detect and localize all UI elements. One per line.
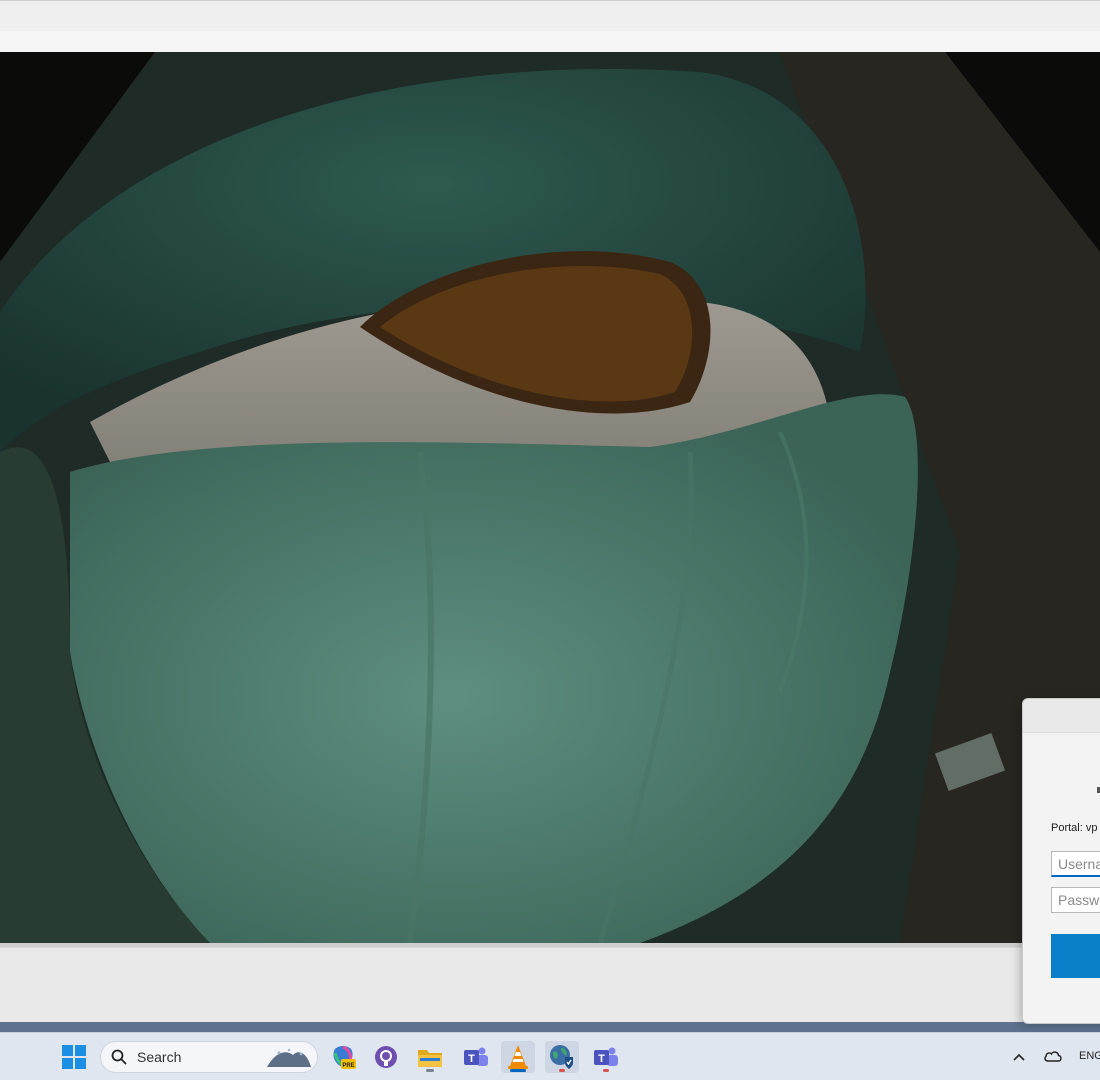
globe-shield-icon bbox=[550, 1045, 573, 1069]
start-button[interactable] bbox=[57, 1041, 91, 1073]
open-indicator bbox=[426, 1069, 434, 1072]
search-icon bbox=[111, 1049, 127, 1065]
player-controls-bar[interactable] bbox=[0, 947, 1100, 1022]
github-icon bbox=[375, 1046, 397, 1068]
portal-label: Portal: vp bbox=[1051, 822, 1098, 834]
taskbar: Search PRE T T ENG bbox=[0, 1032, 1100, 1080]
github-desktop-app[interactable] bbox=[369, 1041, 403, 1073]
active-indicator bbox=[510, 1069, 526, 1072]
video-image bbox=[0, 52, 1100, 943]
teams-icon: T bbox=[464, 1047, 488, 1066]
svg-text:T: T bbox=[468, 1053, 475, 1065]
show-hidden-icons-button[interactable] bbox=[1012, 1049, 1026, 1067]
player-title-bar[interactable] bbox=[0, 0, 1100, 31]
password-input[interactable] bbox=[1051, 887, 1100, 913]
copilot-app[interactable]: PRE bbox=[326, 1041, 360, 1073]
vpn-browser-app[interactable] bbox=[545, 1041, 579, 1073]
desktop-screen: Portal: vp Search bbox=[0, 0, 1100, 1080]
notification-indicator bbox=[559, 1069, 565, 1072]
player-menu-bar[interactable] bbox=[0, 31, 1100, 52]
cloud-icon bbox=[1044, 1051, 1062, 1062]
input-language-indicator[interactable]: ENG bbox=[1079, 1050, 1100, 1062]
notification-indicator bbox=[603, 1069, 609, 1072]
vpn-login-dialog: Portal: vp bbox=[1022, 698, 1100, 1024]
copilot-pre-icon: PRE bbox=[333, 1045, 356, 1069]
vlc-app[interactable] bbox=[501, 1041, 535, 1073]
username-input[interactable] bbox=[1051, 851, 1100, 877]
windows-logo-icon bbox=[62, 1045, 86, 1069]
search-highlight-icon bbox=[267, 1048, 311, 1067]
teams-classic-app[interactable]: T bbox=[459, 1041, 493, 1073]
connect-button[interactable] bbox=[1051, 934, 1100, 978]
desktop-background bbox=[0, 1022, 1100, 1032]
svg-text:PRE: PRE bbox=[342, 1063, 354, 1069]
onedrive-tray-button[interactable] bbox=[1043, 1049, 1063, 1068]
teams-icon: T bbox=[594, 1047, 618, 1066]
vlc-cone-icon bbox=[508, 1045, 528, 1069]
folder-icon bbox=[418, 1050, 442, 1067]
file-explorer-app[interactable] bbox=[413, 1041, 447, 1073]
dialog-title-bar[interactable] bbox=[1023, 699, 1100, 733]
search-label: Search bbox=[137, 1049, 182, 1065]
teams-app[interactable]: T bbox=[589, 1041, 623, 1073]
taskbar-search[interactable]: Search bbox=[100, 1041, 318, 1073]
svg-text:T: T bbox=[598, 1053, 605, 1065]
chevron-up-icon bbox=[1013, 1053, 1025, 1061]
video-frame[interactable] bbox=[0, 52, 1100, 943]
